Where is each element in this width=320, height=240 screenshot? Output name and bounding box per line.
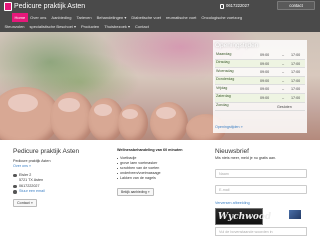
practice-info-column: Pedicure praktijk Asten Pedicure praktij… bbox=[13, 148, 103, 208]
hours-open: 09:00 bbox=[260, 53, 270, 57]
hours-day: Dinsdag bbox=[216, 60, 230, 65]
header-phone-number: 0617222027 bbox=[226, 3, 250, 8]
captcha-image: Wychwood bbox=[215, 208, 271, 225]
envelope-icon bbox=[13, 190, 17, 194]
practice-phone[interactable]: 0617222027 bbox=[19, 184, 40, 188]
header-contact-button[interactable]: contact bbox=[277, 1, 315, 10]
hours-close: 17:00 bbox=[291, 53, 301, 57]
hours-dash: – bbox=[282, 87, 285, 92]
hours-day: Zondag bbox=[216, 103, 229, 108]
site-logo-icon[interactable] bbox=[4, 2, 12, 11]
hours-day: Vrijdag bbox=[216, 85, 228, 90]
phone-icon bbox=[13, 184, 17, 189]
hours-open: 09:00 bbox=[260, 95, 270, 100]
address-block: Elsler 2 5721 TX Asten bbox=[13, 173, 103, 184]
hours-day: Zaterdag bbox=[216, 94, 231, 99]
location-icon bbox=[13, 173, 17, 178]
hours-row: Dinsdag 09:00 – 17:00 bbox=[215, 59, 305, 69]
nav-item-specialistische-beschoeiing[interactable]: specialistische Beschoei ▾ bbox=[27, 22, 78, 31]
offer-column: Wellnessbehandeling van 60 minuten Voetb… bbox=[117, 148, 205, 196]
hours-close: 17:00 bbox=[291, 70, 301, 75]
hours-open: 09:00 bbox=[260, 70, 270, 75]
name-input[interactable]: Naam bbox=[215, 169, 307, 179]
hours-open: 09:00 bbox=[260, 78, 270, 83]
nav-item-contact[interactable]: Contact bbox=[133, 22, 152, 31]
email-input[interactable]: E-mail bbox=[215, 185, 307, 195]
opening-hours-title: Openingstijden bbox=[215, 42, 259, 49]
view-offer-button[interactable]: Bekijk aanbieding » bbox=[117, 188, 154, 196]
nav-item-tarieven[interactable]: Tarieven bbox=[74, 13, 94, 22]
hours-close: 17:00 bbox=[291, 78, 301, 83]
hours-day: Maandag bbox=[216, 51, 232, 56]
nav-item-home[interactable]: Home bbox=[12, 13, 28, 22]
hours-row: Woensdag 09:00 – 17:00 bbox=[215, 68, 305, 77]
newsletter-text: Mis niets meer, meld je nu gratis aan. bbox=[215, 156, 277, 160]
nav-item-behandelingen[interactable]: Behandelingen ▾ bbox=[94, 13, 129, 22]
main-nav-row-1: Home Over ons Aanbieding Tarieven Behand… bbox=[12, 13, 245, 22]
site-title[interactable]: Pedicure praktijk Asten bbox=[14, 2, 85, 11]
hours-row: Vrijdag 09:00 – 17:00 bbox=[215, 85, 305, 94]
hours-row: Zondag Gesloten bbox=[215, 103, 305, 112]
hours-open: 09:00 bbox=[260, 61, 270, 66]
contact-button[interactable]: Contact » bbox=[13, 199, 37, 208]
nav-item-steunzolen[interactable]: Steunzolen bbox=[2, 22, 27, 31]
opening-hours-link[interactable]: Openingstijden » bbox=[215, 125, 243, 130]
main-nav-row-2: Steunzolen specialistische Beschoei ▾ Pr… bbox=[2, 22, 151, 31]
refresh-captcha-link[interactable]: Verversen afbeelding bbox=[215, 201, 315, 206]
hours-close: 17:00 bbox=[291, 87, 301, 92]
hours-dash: – bbox=[282, 70, 285, 75]
top-navbar: Pedicure praktijk Asten 0617222027 conta… bbox=[0, 0, 320, 32]
captcha-audio-icon[interactable] bbox=[289, 210, 301, 219]
hours-row: Maandag 09:00 – 17:00 bbox=[215, 51, 305, 60]
about-link[interactable]: Over ons » bbox=[13, 164, 103, 169]
opening-hours-table: Maandag 09:00 – 17:00 Dinsdag 09:00 – 17… bbox=[215, 51, 305, 112]
nav-item-diabetische-voet[interactable]: Diabetische voet bbox=[129, 13, 164, 22]
hours-dash: – bbox=[282, 78, 285, 83]
hours-day: Woensdag bbox=[216, 68, 234, 73]
list-item: Lakken van de nagels bbox=[117, 176, 205, 181]
hours-close: 17:00 bbox=[291, 61, 301, 66]
nav-item-aanbieding[interactable]: Aanbieding bbox=[49, 13, 74, 22]
offer-heading: Wellnessbehandeling van 60 minuten bbox=[117, 148, 183, 152]
email-line[interactable]: Stuur een email bbox=[13, 189, 103, 194]
hours-open: 09:00 bbox=[260, 87, 270, 92]
nav-item-oncologische-voetzorg[interactable]: Oncologische voetzorg bbox=[199, 13, 245, 22]
hours-dash: – bbox=[282, 61, 285, 66]
hours-dash: – bbox=[282, 95, 285, 100]
hours-row: Zaterdag 09:00 – 17:00 bbox=[215, 93, 305, 103]
hours-day: Donderdag bbox=[216, 77, 235, 82]
hours-close: 17:00 bbox=[291, 95, 301, 100]
offer-list: Voetbadje grove laen voetmasker scrubben… bbox=[117, 156, 205, 181]
hours-dash: – bbox=[282, 53, 285, 57]
nav-item-over-ons[interactable]: Over ons bbox=[28, 13, 49, 22]
opening-hours-panel: Openingstijden Maandag 09:00 – 17:00 Din… bbox=[213, 40, 307, 133]
captcha-word: Wychwood bbox=[218, 212, 272, 222]
email-link[interactable]: Stuur een email bbox=[19, 189, 45, 193]
captcha-input[interactable]: Vul de bovenstaande woorden in bbox=[215, 227, 307, 236]
hours-row: Donderdag 09:00 – 17:00 bbox=[215, 76, 305, 86]
nav-item-reumatische-voet[interactable]: reumatische voet bbox=[163, 13, 198, 22]
newsletter-title: Nieuwsbrief bbox=[215, 148, 249, 155]
newsletter-column: Nieuwsbrief Mis niets meer, meld je nu g… bbox=[215, 148, 315, 236]
practice-title: Pedicure praktijk Asten bbox=[13, 148, 80, 155]
header-phone[interactable]: 0617222027 bbox=[220, 2, 249, 10]
hours-closed: Gesloten bbox=[277, 104, 292, 109]
nav-item-thuisbezoek[interactable]: Thuisbezoek ▾ bbox=[102, 22, 133, 31]
nav-item-producten[interactable]: Producten bbox=[79, 22, 102, 31]
phone-icon bbox=[220, 3, 224, 9]
